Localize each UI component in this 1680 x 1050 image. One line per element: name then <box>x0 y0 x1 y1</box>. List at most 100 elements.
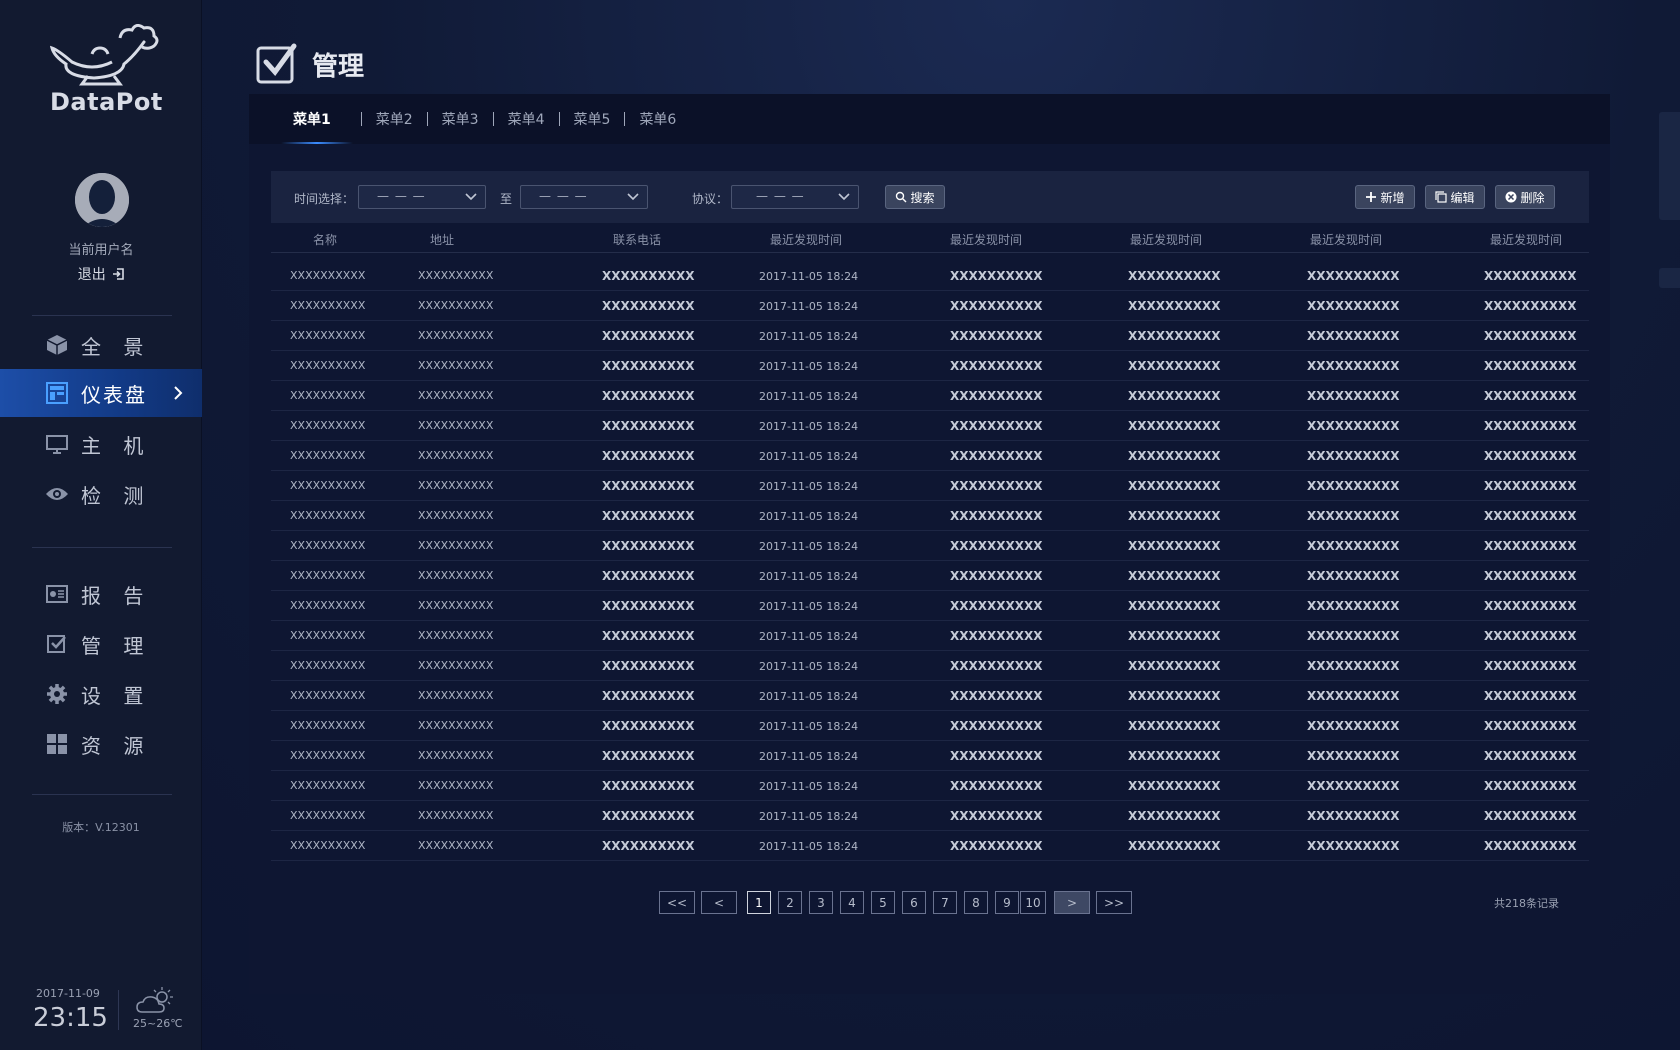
table-cell: XXXXXXXXXX <box>950 569 1043 583</box>
sidebar-item-resources[interactable]: 资 源 <box>0 720 202 768</box>
protocol-select[interactable]: — — — <box>731 185 859 209</box>
table-row[interactable]: XXXXXXXXXX XXXXXXXXXX XXXXXXXXXX 2017-11-05… <box>271 531 1589 561</box>
table-row[interactable]: XXXXXXXXXX XXXXXXXXXX XXXXXXXXXX 2017-11-05… <box>271 771 1589 801</box>
add-button[interactable]: 新增 <box>1355 185 1415 209</box>
table-cell: 2017-11-05 18:24 <box>759 510 859 523</box>
page-button[interactable]: 7 <box>933 891 957 914</box>
sidebar-item-label: 设 置 <box>81 683 152 708</box>
table-cell: XXXXXXXXXX <box>1128 569 1221 583</box>
next-page-button[interactable]: > <box>1054 891 1090 914</box>
table-cell: XXXXXXXXXX <box>418 509 494 522</box>
table-row[interactable]: XXXXXXXXXX XXXXXXXXXX XXXXXXXXXX 2017-11-05… <box>271 711 1589 741</box>
table-row[interactable]: XXXXXXXXXX XXXXXXXXXX XXXXXXXXXX 2017-11-05… <box>271 501 1589 531</box>
last-page-button[interactable]: >> <box>1096 891 1132 914</box>
tab-menu-1[interactable]: 菜单1 <box>281 94 353 144</box>
table-cell: XXXXXXXXXX <box>290 269 366 282</box>
column-header[interactable]: 最近发现时间 <box>770 231 842 248</box>
sidebar-item-manage[interactable]: 管 理 <box>0 620 202 668</box>
search-button[interactable]: 搜索 <box>885 185 945 209</box>
table-row[interactable]: XXXXXXXXXX XXXXXXXXXX XXXXXXXXXX 2017-11-05… <box>271 621 1589 651</box>
delete-button[interactable]: 删除 <box>1495 185 1555 209</box>
column-header[interactable]: 最近发现时间 <box>950 231 1022 248</box>
search-icon <box>896 191 907 203</box>
scrollbar-thumb[interactable] <box>1659 112 1680 220</box>
logout-button[interactable]: 退出 <box>0 264 202 284</box>
table-cell: XXXXXXXXXX <box>418 779 494 792</box>
dashboard-icon <box>45 381 69 405</box>
table-cell: XXXXXXXXXX <box>1484 749 1577 763</box>
sidebar-item-overview[interactable]: 全 景 <box>0 321 202 369</box>
table-row[interactable]: XXXXXXXXXX XXXXXXXXXX XXXXXXXXXX 2017-11-05… <box>271 321 1589 351</box>
tab-menu-3[interactable]: 菜单3 <box>442 94 479 144</box>
avatar[interactable] <box>75 173 129 227</box>
table-row[interactable]: XXXXXXXXXX XXXXXXXXXX XXXXXXXXXX 2017-11-05… <box>271 441 1589 471</box>
table-row[interactable]: XXXXXXXXXX XXXXXXXXXX XXXXXXXXXX 2017-11-05… <box>271 831 1589 861</box>
sidebar-item-host[interactable]: 主 机 <box>0 420 202 468</box>
table-row[interactable]: XXXXXXXXXX XXXXXXXXXX XXXXXXXXXX 2017-11-05… <box>271 261 1589 291</box>
tab-menu-4[interactable]: 菜单4 <box>508 94 545 144</box>
time-from-select[interactable]: — — — <box>358 185 486 209</box>
column-header[interactable]: 联系电话 <box>613 231 661 248</box>
table-cell: XXXXXXXXXX <box>1307 479 1400 493</box>
prev-page-button[interactable]: < <box>701 891 737 914</box>
table-cell: XXXXXXXXXX <box>290 809 366 822</box>
table-cell: 2017-11-05 18:24 <box>759 750 859 763</box>
column-header[interactable]: 最近发现时间 <box>1490 231 1562 248</box>
pagination: << < 1 2 3 4 5 6 7 8 9 10 > >> <box>249 891 1610 915</box>
user-silhouette-icon <box>75 173 129 227</box>
table-row[interactable]: XXXXXXXXXX XXXXXXXXXX XXXXXXXXXX 2017-11-05… <box>271 801 1589 831</box>
scrollbar-thumb[interactable] <box>1659 268 1680 288</box>
table-cell: XXXXXXXXXX <box>602 749 695 763</box>
table-cell: XXXXXXXXXX <box>290 659 366 672</box>
table-cell: XXXXXXXXXX <box>1128 779 1221 793</box>
table-row[interactable]: XXXXXXXXXX XXXXXXXXXX XXXXXXXXXX 2017-11-05… <box>271 351 1589 381</box>
table-cell: XXXXXXXXXX <box>1307 599 1400 613</box>
column-header[interactable]: 最近发现时间 <box>1130 231 1202 248</box>
table-row[interactable]: XXXXXXXXXX XXXXXXXXXX XXXXXXXXXX 2017-11-05… <box>271 381 1589 411</box>
column-header[interactable]: 最近发现时间 <box>1310 231 1382 248</box>
time-filter-label: 时间选择： <box>294 192 355 206</box>
table-row[interactable]: XXXXXXXXXX XXXXXXXXXX XXXXXXXXXX 2017-11-05… <box>271 651 1589 681</box>
table-cell: XXXXXXXXXX <box>1307 389 1400 403</box>
page-button[interactable]: 2 <box>778 891 802 914</box>
sidebar-item-report[interactable]: 报 告 <box>0 570 202 618</box>
sidebar-item-dashboard[interactable]: 仪表盘 <box>0 369 202 417</box>
page-button[interactable]: 5 <box>871 891 895 914</box>
tab-menu-6[interactable]: 菜单6 <box>639 94 676 144</box>
table-row[interactable]: XXXXXXXXXX XXXXXXXXXX XXXXXXXXXX 2017-11-05… <box>271 471 1589 501</box>
version-text: 版本：V.12301 <box>62 821 140 834</box>
table-cell: XXXXXXXXXX <box>1484 329 1577 343</box>
monitor-icon <box>45 432 69 456</box>
page-button[interactable]: 6 <box>902 891 926 914</box>
select-value: — — — <box>539 189 588 203</box>
table-cell: XXXXXXXXXX <box>1484 299 1577 313</box>
table-row[interactable]: XXXXXXXXXX XXXXXXXXXX XXXXXXXXXX 2017-11-05… <box>271 411 1589 441</box>
page-button[interactable]: 9 <box>995 891 1019 914</box>
page-button[interactable]: 4 <box>840 891 864 914</box>
table-cell: XXXXXXXXXX <box>1128 599 1221 613</box>
table-cell: XXXXXXXXXX <box>950 299 1043 313</box>
first-page-button[interactable]: << <box>659 891 695 914</box>
page-button[interactable]: 10 <box>1020 891 1046 914</box>
tab-menu-2[interactable]: 菜单2 <box>376 94 413 144</box>
time-to-select[interactable]: — — — <box>520 185 648 209</box>
table-row[interactable]: XXXXXXXXXX XXXXXXXXXX XXXXXXXXXX 2017-11-05… <box>271 291 1589 321</box>
sidebar-item-settings[interactable]: 设 置 <box>0 670 202 718</box>
table-row[interactable]: XXXXXXXXXX XXXXXXXXXX XXXXXXXXXX 2017-11-05… <box>271 741 1589 771</box>
edit-button[interactable]: 编辑 <box>1425 185 1485 209</box>
sidebar-item-detection[interactable]: 检 测 <box>0 470 202 518</box>
table-cell: XXXXXXXXXX <box>1307 659 1400 673</box>
table-row[interactable]: XXXXXXXXXX XXXXXXXXXX XXXXXXXXXX 2017-11-05… <box>271 561 1589 591</box>
tab-menu-5[interactable]: 菜单5 <box>574 94 611 144</box>
column-header[interactable]: 地址 <box>430 231 454 248</box>
table-cell: 2017-11-05 18:24 <box>759 360 859 373</box>
page-button[interactable]: 8 <box>964 891 988 914</box>
page-button[interactable]: 1 <box>747 891 771 914</box>
table-cell: 2017-11-05 18:24 <box>759 540 859 553</box>
table-cell: XXXXXXXXXX <box>1484 569 1577 583</box>
column-header[interactable]: 名称 <box>313 231 337 248</box>
page-button[interactable]: 3 <box>809 891 833 914</box>
delete-button-label: 删除 <box>1520 190 1545 205</box>
table-row[interactable]: XXXXXXXXXX XXXXXXXXXX XXXXXXXXXX 2017-11-05… <box>271 591 1589 621</box>
table-row[interactable]: XXXXXXXXXX XXXXXXXXXX XXXXXXXXXX 2017-11-05… <box>271 681 1589 711</box>
